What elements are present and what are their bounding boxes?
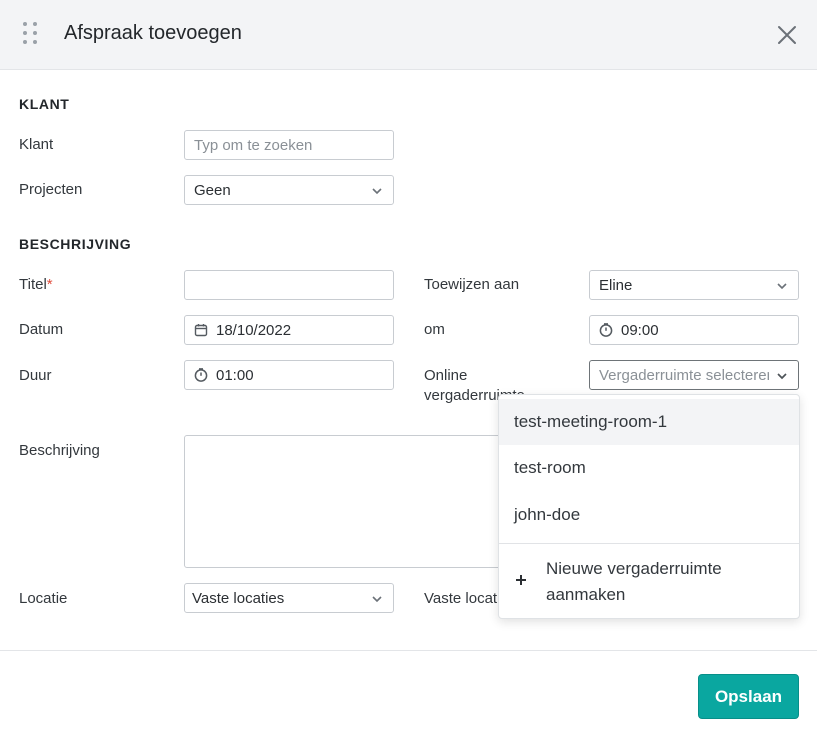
locatie-value: Vaste locaties bbox=[192, 589, 285, 607]
drag-handle-icon[interactable] bbox=[23, 22, 39, 46]
datum-label: Datum bbox=[19, 321, 64, 338]
calendar-icon bbox=[194, 324, 208, 337]
online-vergaderruimte-placeholder: Vergaderruimte selecteren bbox=[599, 366, 769, 384]
beschrijving-label: Beschrijving bbox=[19, 442, 100, 459]
close-button[interactable] bbox=[772, 20, 802, 50]
klant-search-input[interactable]: Typ om te zoeken bbox=[184, 130, 394, 160]
duur-time-input[interactable]: 01:00 bbox=[184, 360, 394, 390]
dropdown-option-label: test-room bbox=[514, 458, 586, 477]
toewijzen-value: Eline bbox=[599, 276, 633, 294]
om-label: om bbox=[424, 321, 445, 338]
locatie-select[interactable]: Vaste locaties bbox=[184, 583, 394, 613]
om-time-input[interactable]: 09:00 bbox=[589, 315, 799, 345]
dropdown-option-label: test-meeting-room-1 bbox=[514, 412, 668, 431]
datum-value: 18/10/2022 bbox=[216, 321, 292, 339]
footer-divider bbox=[0, 650, 817, 651]
required-marker: * bbox=[46, 276, 53, 293]
plus-icon bbox=[516, 575, 526, 585]
create-vergaderruimte-label: Nieuwe vergaderruimte aanmaken bbox=[546, 559, 722, 604]
clock-icon bbox=[194, 368, 208, 382]
online-vergaderruimte-label: Online vergaderruimte bbox=[424, 367, 525, 404]
titel-label-text: Titel bbox=[19, 276, 47, 293]
section-title-beschrijving: BESCHRIJVING bbox=[19, 236, 132, 252]
duur-value: 01:00 bbox=[216, 366, 254, 384]
datum-input[interactable]: 18/10/2022 bbox=[184, 315, 394, 345]
duur-label: Duur bbox=[19, 367, 52, 384]
titel-label: Titel* bbox=[19, 275, 53, 295]
section-title-klant: KLANT bbox=[19, 96, 70, 112]
clock-icon bbox=[599, 323, 613, 337]
vaste-locatie-label: Vaste locatie bbox=[424, 590, 509, 607]
titel-input[interactable] bbox=[184, 270, 394, 300]
save-button[interactable]: Opslaan bbox=[698, 674, 799, 719]
om-value: 09:00 bbox=[621, 321, 659, 339]
projecten-select[interactable]: Geen bbox=[184, 175, 394, 205]
chevron-down-icon bbox=[777, 373, 787, 380]
dropdown-option-label: john-doe bbox=[514, 505, 581, 524]
chevron-down-icon bbox=[372, 188, 382, 195]
dropdown-option[interactable]: john-doe bbox=[499, 492, 799, 538]
vergaderruimte-dropdown: test-meeting-room-1 test-room john-doe N… bbox=[498, 394, 800, 619]
toewijzen-select[interactable]: Eline bbox=[589, 270, 799, 300]
toewijzen-label: Toewijzen aan bbox=[424, 276, 520, 293]
dropdown-option[interactable]: test-meeting-room-1 bbox=[499, 399, 799, 445]
projecten-value: Geen bbox=[194, 181, 231, 199]
online-vergaderruimte-select[interactable]: Vergaderruimte selecteren bbox=[589, 360, 799, 390]
locatie-label: Locatie bbox=[19, 590, 68, 607]
modal-header: Afspraak toevoegen bbox=[0, 0, 817, 70]
close-icon bbox=[778, 26, 796, 44]
dropdown-option[interactable]: test-room bbox=[499, 445, 799, 491]
modal-title: Afspraak toevoegen bbox=[64, 22, 242, 44]
create-vergaderruimte-option[interactable]: Nieuwe vergaderruimte aanmaken bbox=[499, 544, 799, 618]
projecten-label: Projecten bbox=[19, 181, 83, 198]
klant-label: Klant bbox=[19, 136, 54, 153]
klant-search-placeholder: Typ om te zoeken bbox=[194, 136, 313, 154]
chevron-down-icon bbox=[777, 283, 787, 290]
beschrijving-textarea[interactable] bbox=[184, 435, 514, 568]
chevron-down-icon bbox=[372, 596, 382, 603]
